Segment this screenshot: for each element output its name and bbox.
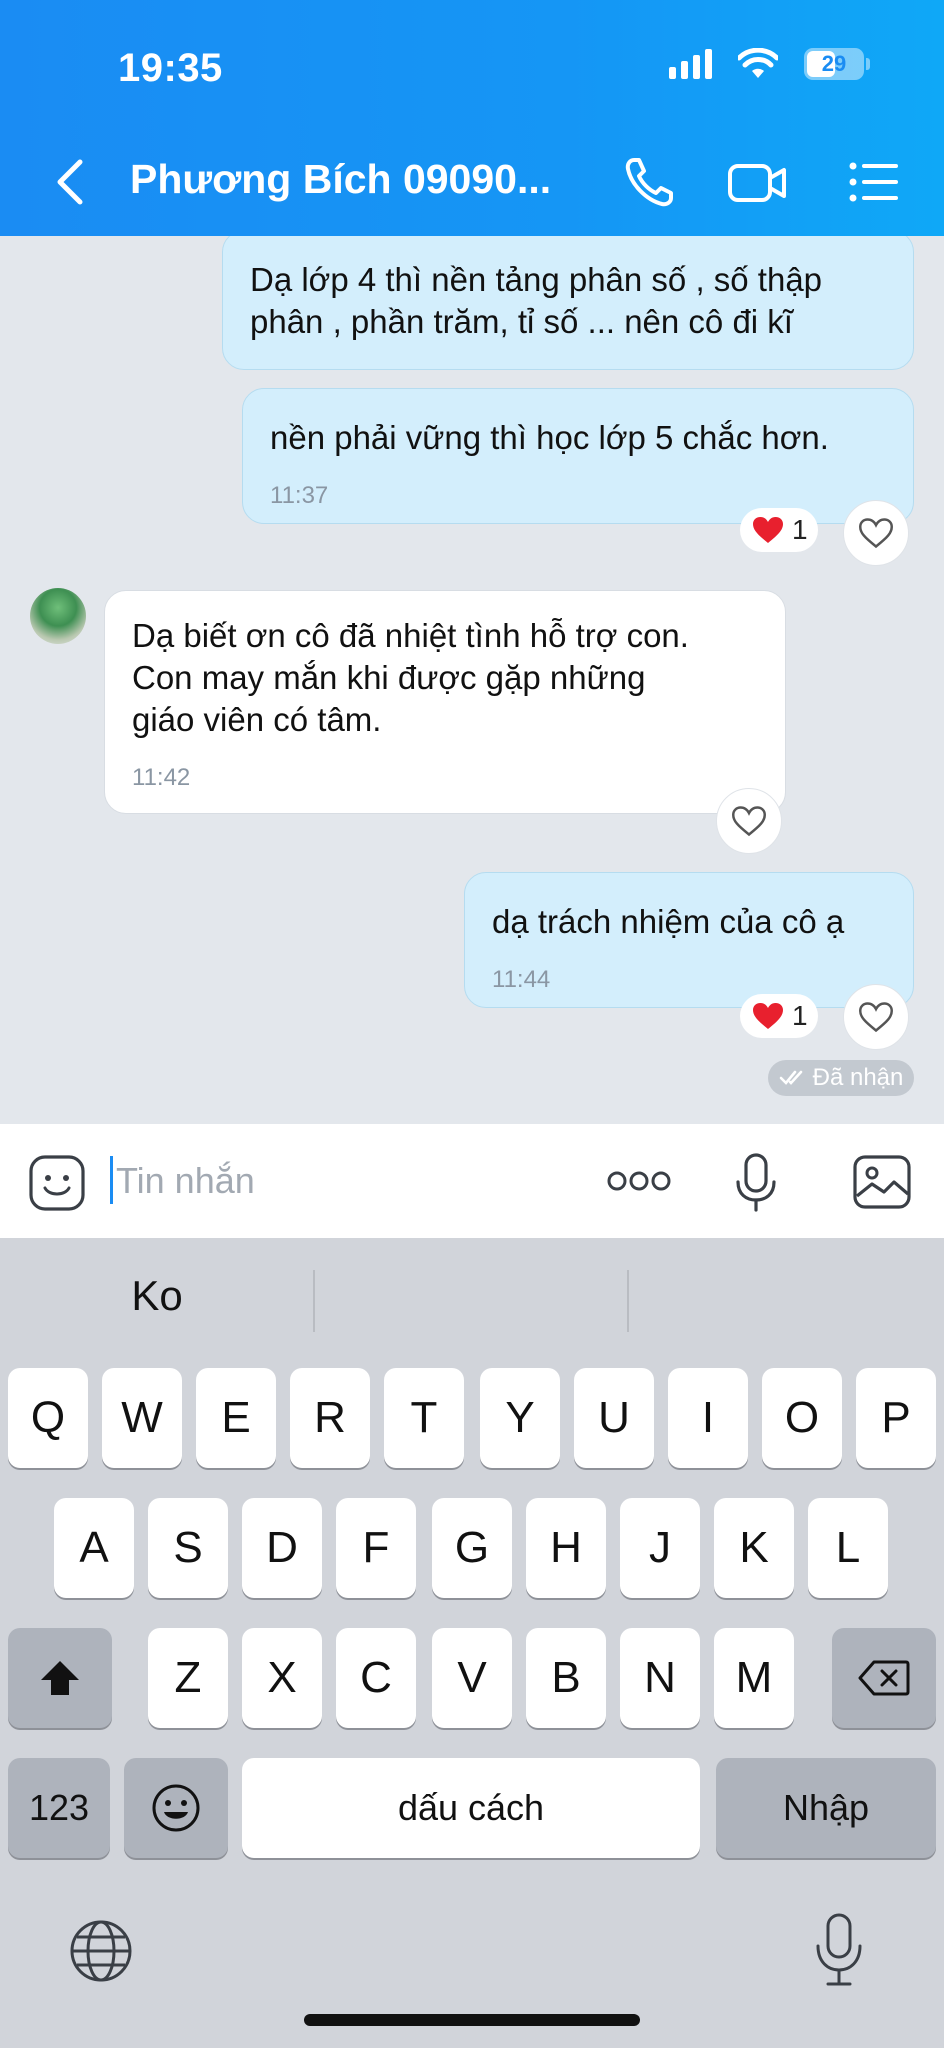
key-n[interactable]: N xyxy=(620,1628,700,1728)
emoji-icon xyxy=(152,1784,200,1832)
shift-icon xyxy=(41,1661,79,1695)
react-heart-button[interactable] xyxy=(843,500,909,566)
more-options-icon[interactable] xyxy=(606,1166,672,1196)
backspace-icon xyxy=(858,1660,910,1696)
message-bubble-outgoing[interactable]: nền phải vững thì học lớp 5 chắc hơn. 11… xyxy=(242,388,914,524)
message-input[interactable]: Tin nhắn xyxy=(116,1160,255,1202)
key-e[interactable]: E xyxy=(196,1368,276,1468)
message-time: 11:42 xyxy=(132,764,191,791)
message-text-line: Con may mắn khi được gặp những xyxy=(132,659,646,696)
key-w[interactable]: W xyxy=(102,1368,182,1468)
key-q[interactable]: Q xyxy=(8,1368,88,1468)
space-key[interactable]: dấu cách xyxy=(242,1758,700,1858)
heart-outline-icon xyxy=(732,806,766,837)
wifi-icon xyxy=(738,48,778,78)
suggestion-2[interactable] xyxy=(314,1248,628,1344)
signal-icon xyxy=(669,49,712,79)
contact-avatar[interactable] xyxy=(30,588,86,644)
key-u[interactable]: U xyxy=(574,1368,654,1468)
globe-icon[interactable] xyxy=(68,1918,134,1984)
key-t[interactable]: T xyxy=(384,1368,464,1468)
reaction-count: 1 xyxy=(792,514,808,545)
message-bubble-incoming[interactable]: Dạ biết ơn cô đã nhiệt tình hỗ trợ con. … xyxy=(104,590,786,814)
dictation-mic-icon[interactable] xyxy=(814,1912,864,1988)
message-list[interactable]: Dạ lớp 4 thì nền tảng phân số , số thập … xyxy=(0,236,944,1124)
heart-filled-icon xyxy=(753,517,783,543)
text-cursor xyxy=(110,1156,113,1204)
react-heart-button[interactable] xyxy=(716,788,782,854)
message-text-line: Dạ lớp 4 thì nền tảng phân số , số thập xyxy=(250,261,823,298)
key-y[interactable]: Y xyxy=(480,1368,560,1468)
status-icons: 29 xyxy=(669,48,870,80)
back-icon[interactable] xyxy=(46,154,96,210)
phone-icon[interactable] xyxy=(620,152,680,212)
reaction-badge[interactable]: 1 xyxy=(740,508,818,552)
message-text-line: phân , phần trăm, tỉ số ... nên cô đi kĩ xyxy=(250,303,793,340)
menu-icon[interactable] xyxy=(844,152,904,212)
key-g[interactable]: G xyxy=(432,1498,512,1598)
battery-icon: 29 xyxy=(804,48,870,80)
battery-level: 29 xyxy=(821,51,847,76)
message-text-line: Dạ biết ơn cô đã nhiệt tình hỗ trợ con. xyxy=(132,617,689,654)
contact-name[interactable]: Phương Bích 09090... xyxy=(130,156,551,203)
suggestion-3[interactable] xyxy=(628,1248,944,1344)
heart-filled-icon xyxy=(753,1003,783,1029)
react-heart-button[interactable] xyxy=(843,984,909,1050)
backspace-key[interactable] xyxy=(832,1628,936,1728)
key-o[interactable]: O xyxy=(762,1368,842,1468)
image-gallery-icon[interactable] xyxy=(852,1154,912,1210)
chat-header: 19:35 29 Phương Bích 09090... xyxy=(0,0,944,236)
message-text: nền phải vững thì học lớp 5 chắc hơn. xyxy=(270,419,829,456)
key-c[interactable]: C xyxy=(336,1628,416,1728)
message-time: 11:37 xyxy=(270,482,329,509)
home-indicator[interactable] xyxy=(304,2014,640,2026)
key-r[interactable]: R xyxy=(290,1368,370,1468)
key-d[interactable]: D xyxy=(242,1498,322,1598)
key-m[interactable]: M xyxy=(714,1628,794,1728)
voice-message-icon[interactable] xyxy=(734,1152,778,1214)
heart-outline-icon xyxy=(859,518,893,549)
enter-key[interactable]: Nhập xyxy=(716,1758,936,1858)
key-a[interactable]: A xyxy=(54,1498,134,1598)
message-text: dạ trách nhiệm của cô ạ xyxy=(492,903,845,940)
delivery-status-text: Đã nhận xyxy=(812,1064,904,1091)
key-h[interactable]: H xyxy=(526,1498,606,1598)
key-f[interactable]: F xyxy=(336,1498,416,1598)
emoji-key[interactable] xyxy=(124,1758,228,1858)
shift-key[interactable] xyxy=(8,1628,112,1728)
key-s[interactable]: S xyxy=(148,1498,228,1598)
key-p[interactable]: P xyxy=(856,1368,936,1468)
emoji-sticker-icon[interactable] xyxy=(28,1154,86,1212)
key-l[interactable]: L xyxy=(808,1498,888,1598)
message-time: 11:44 xyxy=(492,966,551,993)
key-v[interactable]: V xyxy=(432,1628,512,1728)
key-i[interactable]: I xyxy=(668,1368,748,1468)
key-j[interactable]: J xyxy=(620,1498,700,1598)
key-x[interactable]: X xyxy=(242,1628,322,1728)
message-bubble-outgoing[interactable]: dạ trách nhiệm của cô ạ 11:44 xyxy=(464,872,914,1008)
key-b[interactable]: B xyxy=(526,1628,606,1728)
heart-outline-icon xyxy=(859,1002,893,1033)
key-k[interactable]: K xyxy=(714,1498,794,1598)
message-text-line: giáo viên có tâm. xyxy=(132,701,382,738)
suggestion-1[interactable]: Ko xyxy=(0,1248,314,1344)
status-time: 19:35 xyxy=(118,46,223,90)
double-check-icon xyxy=(779,1070,802,1085)
key-z[interactable]: Z xyxy=(148,1628,228,1728)
reaction-badge[interactable]: 1 xyxy=(740,994,818,1038)
reaction-count: 1 xyxy=(792,1000,808,1031)
numbers-key[interactable]: 123 xyxy=(8,1758,110,1858)
message-bubble-outgoing[interactable]: Dạ lớp 4 thì nền tảng phân số , số thập … xyxy=(222,236,914,370)
video-call-icon[interactable] xyxy=(726,152,790,212)
delivery-status: Đã nhận xyxy=(768,1060,914,1096)
